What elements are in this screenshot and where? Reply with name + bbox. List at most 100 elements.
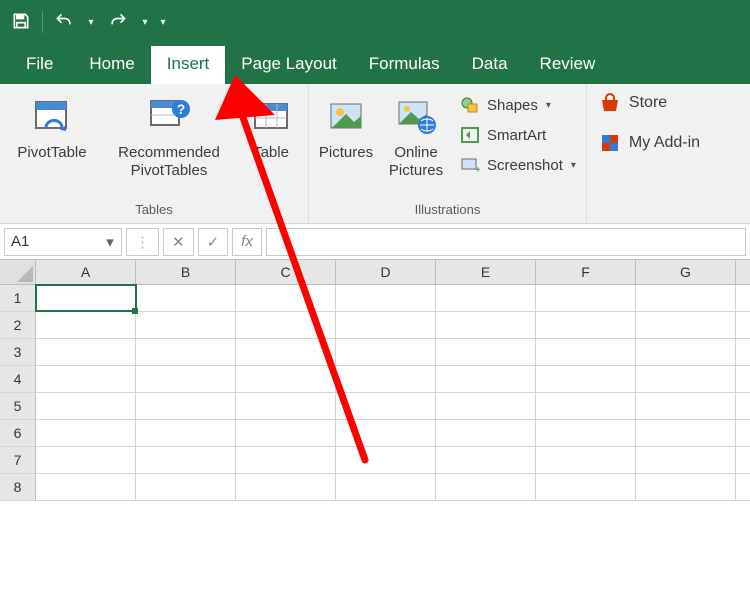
cell[interactable] — [136, 312, 236, 338]
cell[interactable] — [236, 474, 336, 500]
cell[interactable] — [236, 312, 336, 338]
cell[interactable] — [136, 285, 236, 311]
table-button[interactable]: Table — [240, 88, 302, 166]
cell[interactable] — [436, 312, 536, 338]
row-header[interactable]: 8 — [0, 474, 36, 500]
undo-button[interactable] — [47, 5, 81, 39]
cell[interactable] — [236, 366, 336, 392]
select-all-corner[interactable] — [0, 260, 36, 284]
online-pictures-button[interactable]: Online Pictures — [385, 88, 447, 184]
row-header[interactable]: 2 — [0, 312, 36, 338]
cell[interactable] — [36, 366, 136, 392]
cell[interactable] — [36, 447, 136, 473]
formula-input[interactable] — [266, 228, 746, 256]
undo-dropdown[interactable]: ▾ — [83, 5, 99, 39]
cell[interactable] — [136, 366, 236, 392]
tab-file[interactable]: File — [6, 46, 73, 84]
pivottable-button[interactable]: PivotTable — [6, 88, 98, 166]
pictures-button[interactable]: Pictures — [315, 88, 377, 166]
tab-review[interactable]: Review — [524, 46, 612, 84]
cell[interactable] — [136, 447, 236, 473]
cell[interactable] — [36, 474, 136, 500]
cell[interactable] — [336, 420, 436, 446]
cell[interactable] — [236, 285, 336, 311]
cell[interactable] — [336, 312, 436, 338]
store-button[interactable]: Store — [599, 92, 700, 114]
recommended-pivottables-button[interactable]: ? Recommended PivotTables — [106, 88, 232, 184]
cell[interactable] — [536, 285, 636, 311]
cell[interactable] — [236, 447, 336, 473]
cell[interactable] — [436, 447, 536, 473]
cell[interactable] — [536, 447, 636, 473]
row-header[interactable]: 7 — [0, 447, 36, 473]
row-header[interactable]: 5 — [0, 393, 36, 419]
redo-button[interactable] — [101, 5, 135, 39]
cell[interactable] — [636, 393, 736, 419]
cell[interactable] — [336, 366, 436, 392]
screenshot-button[interactable]: + Screenshot ▾ — [455, 152, 580, 178]
row-header[interactable]: 4 — [0, 366, 36, 392]
cell[interactable] — [236, 393, 336, 419]
save-button[interactable] — [4, 5, 38, 39]
cell[interactable] — [636, 474, 736, 500]
tab-insert[interactable]: Insert — [151, 46, 226, 84]
cell[interactable] — [636, 420, 736, 446]
cell[interactable] — [436, 474, 536, 500]
cell[interactable] — [136, 474, 236, 500]
tab-data[interactable]: Data — [456, 46, 524, 84]
insert-function-button[interactable]: fx — [232, 228, 262, 256]
cell[interactable] — [236, 420, 336, 446]
tab-home[interactable]: Home — [73, 46, 150, 84]
row-header[interactable]: 6 — [0, 420, 36, 446]
qat-customize[interactable]: ▾ — [155, 5, 171, 39]
cell[interactable] — [436, 420, 536, 446]
tab-page-layout[interactable]: Page Layout — [225, 46, 352, 84]
cell[interactable] — [636, 285, 736, 311]
my-addins-button[interactable]: My Add-in — [599, 132, 700, 154]
name-box[interactable]: A1 ▾ — [4, 228, 122, 256]
cell[interactable] — [36, 339, 136, 365]
cell[interactable] — [36, 393, 136, 419]
cell[interactable] — [536, 420, 636, 446]
column-header[interactable]: G — [636, 260, 736, 284]
cell[interactable] — [636, 312, 736, 338]
column-header[interactable]: F — [536, 260, 636, 284]
column-header[interactable]: E — [436, 260, 536, 284]
shapes-button[interactable]: Shapes ▾ — [455, 92, 580, 118]
column-header[interactable]: A — [36, 260, 136, 284]
cancel-button[interactable]: ✕ — [163, 228, 194, 256]
enter-button[interactable]: ✓ — [198, 228, 229, 256]
cell[interactable] — [636, 447, 736, 473]
cell[interactable] — [436, 366, 536, 392]
smartart-button[interactable]: SmartArt — [455, 122, 580, 148]
formula-bar-handle[interactable]: ⋮ — [126, 228, 159, 256]
cell[interactable] — [436, 393, 536, 419]
cell[interactable] — [136, 420, 236, 446]
tab-formulas[interactable]: Formulas — [353, 46, 456, 84]
row-header[interactable]: 1 — [0, 285, 36, 311]
cell[interactable] — [536, 339, 636, 365]
column-header[interactable]: B — [136, 260, 236, 284]
cell[interactable] — [536, 393, 636, 419]
cell[interactable] — [336, 474, 436, 500]
cell[interactable] — [336, 339, 436, 365]
row-header[interactable]: 3 — [0, 339, 36, 365]
cell[interactable] — [36, 420, 136, 446]
cell[interactable] — [536, 474, 636, 500]
cell[interactable] — [536, 312, 636, 338]
cell[interactable] — [236, 339, 336, 365]
cell[interactable] — [436, 339, 536, 365]
cell[interactable] — [136, 339, 236, 365]
chevron-down-icon[interactable]: ▾ — [101, 233, 119, 251]
cell[interactable] — [336, 447, 436, 473]
cell[interactable] — [136, 393, 236, 419]
cell[interactable] — [336, 285, 436, 311]
cell[interactable] — [636, 339, 736, 365]
cell[interactable] — [36, 312, 136, 338]
column-header[interactable]: C — [236, 260, 336, 284]
redo-dropdown[interactable]: ▾ — [137, 5, 153, 39]
cell[interactable] — [436, 285, 536, 311]
cell-A1[interactable] — [36, 285, 136, 311]
column-header[interactable]: D — [336, 260, 436, 284]
cell[interactable] — [336, 393, 436, 419]
